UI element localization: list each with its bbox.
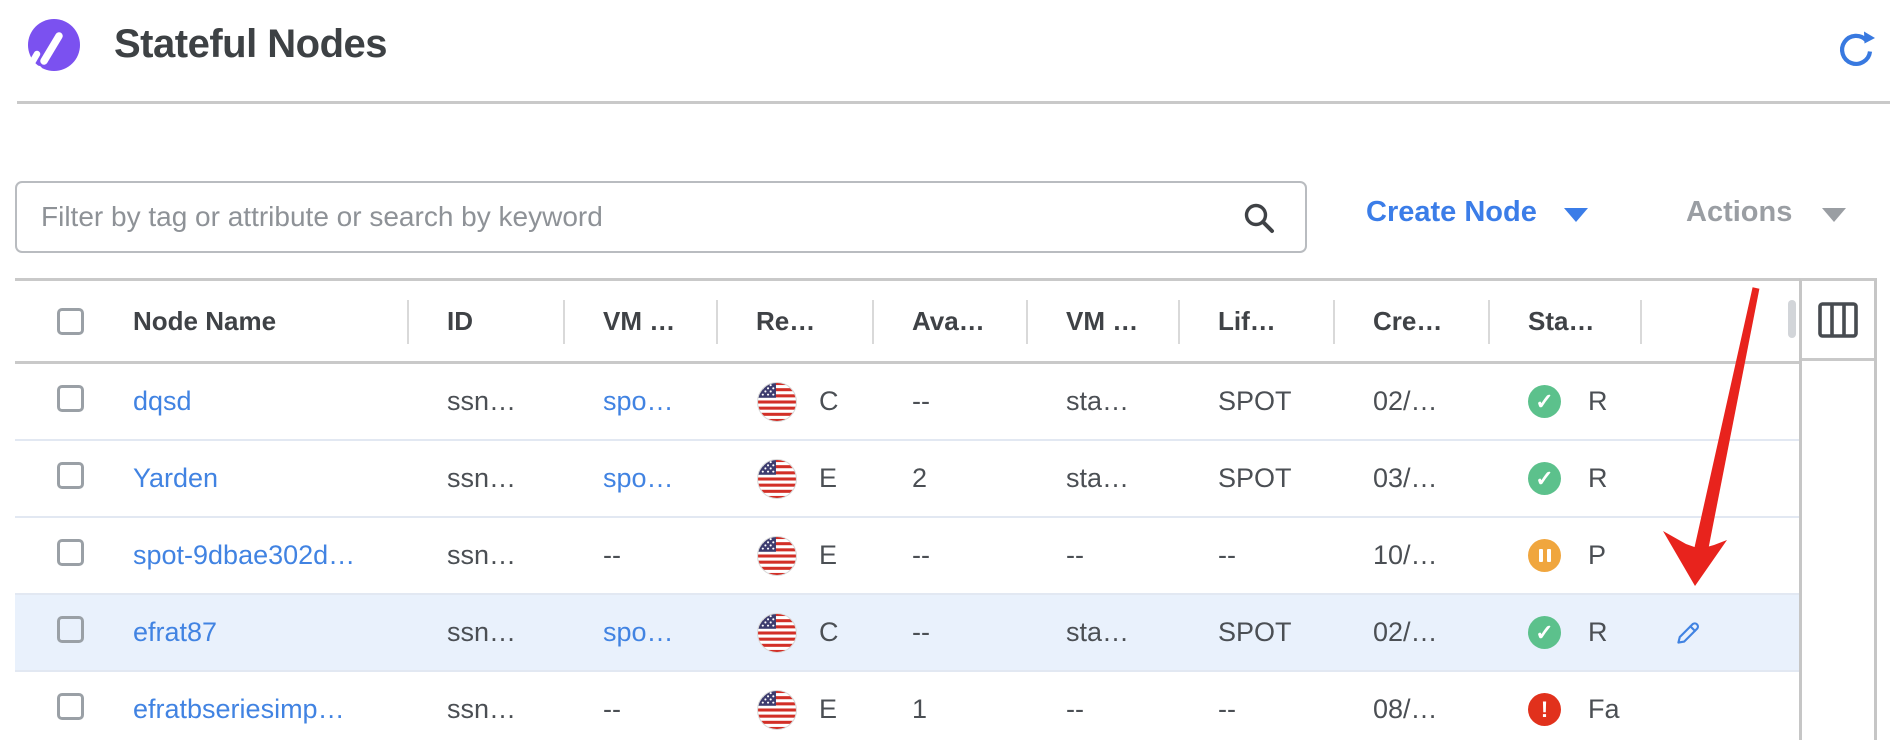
actions-button[interactable]: Actions	[1686, 196, 1846, 229]
pencil-icon	[1672, 617, 1704, 649]
column-header-actions	[1640, 281, 1799, 361]
column-header-created[interactable]: Cre…	[1333, 281, 1488, 361]
vm-name-link[interactable]: spo…	[603, 617, 674, 647]
status-paused-icon	[1528, 539, 1561, 572]
edit-node-button[interactable]	[1672, 617, 1704, 649]
node-name-link[interactable]: Yarden	[133, 463, 218, 493]
node-name-link[interactable]: dqsd	[133, 386, 192, 416]
scrollbar-thumb[interactable]	[1788, 300, 1796, 338]
spot-logo-icon	[22, 17, 82, 77]
vm-name-link[interactable]: spo…	[603, 386, 674, 416]
created-at: 08/…	[1333, 694, 1488, 725]
table-right-column	[1799, 278, 1877, 740]
row-checkbox[interactable]	[57, 385, 84, 412]
status-text: R	[1588, 463, 1608, 494]
stateful-nodes-page: Stateful Nodes Create Node Actions Node …	[0, 0, 1904, 740]
create-node-label: Create Node	[1366, 196, 1537, 229]
created-at: 02/…	[1333, 617, 1488, 648]
create-node-button[interactable]: Create Node	[1366, 196, 1588, 229]
region-text: C	[819, 386, 839, 417]
vm-size: sta…	[1026, 617, 1178, 648]
table-row[interactable]: dqsd ssn… spo… C -- sta… SPOT 02/… R	[15, 364, 1799, 441]
created-at: 02/…	[1333, 386, 1488, 417]
node-name-link[interactable]: efratbseriesimp…	[133, 694, 345, 724]
us-flag-icon	[757, 382, 797, 422]
lifecycle: SPOT	[1178, 617, 1333, 648]
availability-zone: 2	[872, 463, 1026, 494]
column-header-region[interactable]: Re…	[716, 281, 872, 361]
refresh-icon	[1833, 28, 1879, 74]
vm-size: sta…	[1026, 386, 1178, 417]
status-running-icon	[1528, 616, 1561, 649]
vm-name-empty: --	[563, 540, 716, 571]
vm-name-empty: --	[563, 694, 716, 725]
table-row[interactable]: spot-9dbae302d… ssn… -- E -- -- -- 10/… …	[15, 518, 1799, 595]
status-running-icon	[1528, 385, 1561, 418]
node-id: ssn…	[407, 617, 563, 648]
region-text: E	[819, 463, 837, 494]
column-header-lifecycle[interactable]: Lif…	[1178, 281, 1333, 361]
region-text: C	[819, 617, 839, 648]
lifecycle: --	[1178, 540, 1333, 571]
region-text: E	[819, 694, 837, 725]
lifecycle: --	[1178, 694, 1333, 725]
lifecycle: SPOT	[1178, 386, 1333, 417]
chevron-down-icon	[1822, 208, 1846, 222]
us-flag-icon	[757, 613, 797, 653]
refresh-button[interactable]	[1833, 28, 1879, 74]
status-running-icon	[1528, 462, 1561, 495]
node-id: ssn…	[407, 694, 563, 725]
header-divider	[17, 101, 1890, 104]
column-header-status[interactable]: Sta…	[1488, 281, 1640, 361]
us-flag-icon	[757, 690, 797, 730]
search-icon	[1241, 200, 1279, 238]
columns-icon	[1817, 300, 1859, 340]
status-failed-icon	[1528, 693, 1561, 726]
filter-box	[15, 181, 1307, 253]
us-flag-icon	[757, 536, 797, 576]
table-header-row: Node Name ID VM … Re… Ava… VM … Lif… Cre…	[15, 278, 1799, 364]
node-id: ssn…	[407, 540, 563, 571]
table-row[interactable]: efratbseriesimp… ssn… -- E 1 -- -- 08/… …	[15, 672, 1799, 740]
filter-input[interactable]	[17, 183, 1305, 251]
node-name-link[interactable]: efrat87	[133, 617, 217, 647]
vm-size: --	[1026, 540, 1178, 571]
vm-size: --	[1026, 694, 1178, 725]
table-row[interactable]: Yarden ssn… spo… E 2 sta… SPOT 03/… R	[15, 441, 1799, 518]
us-flag-icon	[757, 459, 797, 499]
node-id: ssn…	[407, 463, 563, 494]
availability-zone: --	[872, 386, 1026, 417]
node-id: ssn…	[407, 386, 563, 417]
row-checkbox[interactable]	[57, 539, 84, 566]
region-text: E	[819, 540, 837, 571]
chevron-down-icon	[1564, 208, 1588, 222]
row-checkbox[interactable]	[57, 616, 84, 643]
lifecycle: SPOT	[1178, 463, 1333, 494]
created-at: 10/…	[1333, 540, 1488, 571]
node-name-link[interactable]: spot-9dbae302d…	[133, 540, 355, 570]
status-text: R	[1588, 386, 1608, 417]
column-picker-button[interactable]	[1817, 300, 1859, 340]
created-at: 03/…	[1333, 463, 1488, 494]
row-checkbox[interactable]	[57, 462, 84, 489]
availability-zone: --	[872, 617, 1026, 648]
column-header-id[interactable]: ID	[407, 281, 563, 361]
availability-zone: 1	[872, 694, 1026, 725]
vm-name-link[interactable]: spo…	[603, 463, 674, 493]
column-header-availability[interactable]: Ava…	[872, 281, 1026, 361]
nodes-table: Node Name ID VM … Re… Ava… VM … Lif… Cre…	[15, 278, 1877, 740]
column-header-node-name[interactable]: Node Name	[110, 281, 407, 361]
select-all-checkbox[interactable]	[57, 308, 84, 335]
actions-label: Actions	[1686, 196, 1792, 229]
table-row[interactable]: efrat87 ssn… spo… C -- sta… SPOT 02/… R	[15, 595, 1799, 672]
column-header-vm-name[interactable]: VM …	[563, 281, 716, 361]
status-text: R	[1588, 617, 1608, 648]
availability-zone: --	[872, 540, 1026, 571]
status-text: Fa	[1588, 694, 1620, 725]
vm-size: sta…	[1026, 463, 1178, 494]
page-title: Stateful Nodes	[114, 22, 387, 67]
column-header-vm-size[interactable]: VM …	[1026, 281, 1178, 361]
status-text: P	[1588, 540, 1606, 571]
row-checkbox[interactable]	[57, 693, 84, 720]
